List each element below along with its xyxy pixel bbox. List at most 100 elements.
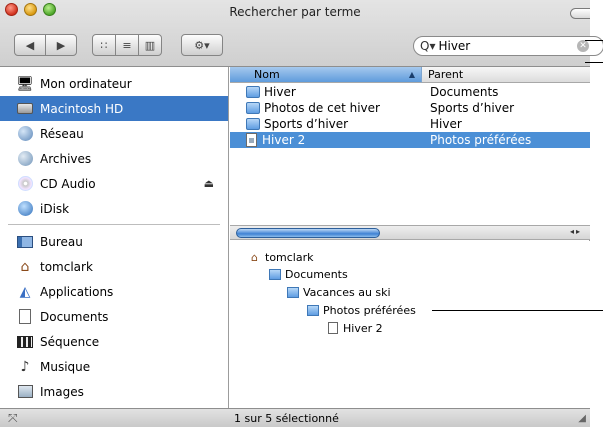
forward-button[interactable]: ▶ [45, 34, 77, 56]
search-icon[interactable]: Q▾ [420, 39, 435, 53]
sidebar-item-tomclark[interactable]: ⌂ tomclark [0, 254, 228, 279]
sidebar-item-label: Macintosh HD [40, 101, 124, 116]
sidebar-item-reseau[interactable]: Réseau [0, 121, 228, 146]
annotation-line [585, 62, 603, 63]
sidebar-item-label: Bureau [40, 234, 83, 249]
action-menu-button[interactable]: ⚙▾ [181, 34, 223, 56]
status-bar: ⤧ 1 sur 5 sélectionné ◢ [0, 408, 590, 427]
list-view-button[interactable]: ≡ [115, 34, 139, 56]
search-input[interactable]: Hiver [438, 39, 470, 53]
sidebar-item-mon-ordinateur[interactable]: 🖥 Mon ordinateur [0, 71, 228, 96]
sidebar-item-idisk[interactable]: iDisk [0, 196, 228, 221]
column-header-parent[interactable]: Parent [422, 67, 590, 83]
table-row[interactable]: Photos de cet hiver Sports d’hiver [230, 100, 590, 116]
window-title: Rechercher par terme [229, 5, 361, 19]
row-name: Hiver [264, 85, 296, 99]
documents-folder-icon [268, 268, 281, 280]
computer-icon: 🖥 [16, 75, 34, 92]
status-text: 1 sur 5 sélectionné [234, 412, 339, 425]
server-icon [16, 150, 34, 168]
path-item[interactable]: Photos préférées [306, 302, 416, 318]
sidebar-item-label: Images [40, 384, 84, 399]
resize-grip-icon[interactable]: ◢ [578, 413, 586, 424]
path-label: Hiver 2 [343, 321, 383, 335]
hard-drive-icon [16, 100, 34, 118]
annotation-line [432, 310, 603, 311]
desktop-icon [16, 233, 34, 251]
sidebar-item-label: Archives [40, 151, 92, 166]
column-header-nom[interactable]: Nom ▲ [230, 67, 422, 83]
sidebar-item-label: Séquence [40, 334, 100, 349]
row-name: Hiver 2 [262, 133, 306, 147]
path-item[interactable]: ⌂ tomclark [248, 249, 314, 265]
sidebar-item-sequence[interactable]: Séquence [0, 329, 228, 354]
sidebar-item-label: Documents [40, 309, 109, 324]
sidebar-item-cd-audio[interactable]: CD Audio ⏏ [0, 171, 228, 196]
clear-search-icon[interactable]: ✕ [577, 40, 589, 52]
path-label: Photos préférées [323, 303, 416, 317]
back-arrow-icon: ◀ [25, 38, 35, 52]
sidebar-item-applications[interactable]: ◭ Applications [0, 279, 228, 304]
folder-icon [286, 286, 299, 298]
folder-icon [246, 118, 260, 130]
finder-window: Rechercher par terme ◀ ▶ ∷ ≡ ▥ ⚙▾ Q▾ Hiv… [0, 0, 603, 427]
path-item[interactable]: Vacances au ski [286, 284, 391, 300]
sidebar-item-label: tomclark [40, 259, 93, 274]
split-handle-icon[interactable]: ⤧ [8, 411, 18, 426]
horizontal-scrollbar[interactable]: ◂▸ [230, 225, 590, 240]
sidebar-item-label: Réseau [40, 126, 84, 141]
folder-icon [246, 86, 260, 98]
home-icon: ⌂ [20, 258, 30, 275]
path-label: tomclark [265, 250, 314, 264]
sidebar-item-archives[interactable]: Archives [0, 146, 228, 171]
home-icon: ⌂ [251, 250, 258, 264]
table-row-selected[interactable]: Hiver 2 Photos préférées [230, 132, 590, 148]
sidebar-item-label: Applications [40, 284, 114, 299]
scrollbar-thumb[interactable] [236, 228, 380, 238]
movies-icon [16, 333, 34, 351]
results-list: Nom ▲ Parent Hiver Documents Photos de c… [230, 67, 590, 240]
music-icon: ♪ [20, 358, 30, 375]
cd-icon [16, 175, 34, 193]
sidebar: 🖥 Mon ordinateur Macintosh HD Réseau Arc… [0, 67, 229, 408]
idisk-icon [16, 200, 34, 218]
path-label: Documents [285, 267, 348, 281]
row-parent: Sports d’hiver [430, 101, 515, 115]
table-row[interactable]: Hiver Documents [230, 84, 590, 100]
scroll-arrows-icon[interactable]: ◂▸ [570, 227, 582, 236]
row-parent: Hiver [430, 117, 462, 131]
column-header-label: Parent [428, 68, 464, 81]
sidebar-item-label: Musique [40, 359, 91, 374]
back-button[interactable]: ◀ [14, 34, 46, 56]
path-item[interactable]: Hiver 2 [326, 320, 383, 336]
list-view-icon: ≡ [122, 38, 132, 52]
folder-icon [306, 304, 319, 316]
sidebar-item-bureau[interactable]: Bureau [0, 229, 228, 254]
sidebar-item-musique[interactable]: ♪ Musique [0, 354, 228, 379]
sort-ascending-icon: ▲ [408, 70, 415, 79]
sidebar-item-images[interactable]: Images [0, 379, 228, 404]
folder-icon [246, 102, 260, 114]
row-parent: Photos préférées [430, 133, 532, 147]
sidebar-divider [8, 224, 220, 225]
sidebar-item-label: iDisk [40, 201, 70, 216]
document-icon [326, 322, 339, 334]
path-item[interactable]: Documents [268, 266, 348, 282]
search-field[interactable]: Q▾ Hiver ✕ [413, 36, 603, 56]
column-header-label: Nom [254, 68, 280, 81]
applications-icon: ◭ [19, 283, 31, 300]
network-icon [16, 125, 34, 143]
sidebar-item-documents[interactable]: Documents [0, 304, 228, 329]
column-view-button[interactable]: ▥ [138, 34, 162, 56]
sidebar-item-macintosh-hd[interactable]: Macintosh HD [0, 96, 228, 121]
icon-view-icon: ∷ [100, 38, 108, 52]
document-icon [246, 133, 257, 147]
table-row[interactable]: Sports d’hiver Hiver [230, 116, 590, 132]
toolbar-toggle-button[interactable] [570, 8, 590, 19]
eject-icon[interactable]: ⏏ [204, 177, 214, 190]
path-label: Vacances au ski [303, 285, 391, 299]
annotation-line [585, 40, 603, 41]
sidebar-item-label: CD Audio [40, 176, 96, 191]
documents-icon [16, 308, 34, 326]
icon-view-button[interactable]: ∷ [92, 34, 116, 56]
